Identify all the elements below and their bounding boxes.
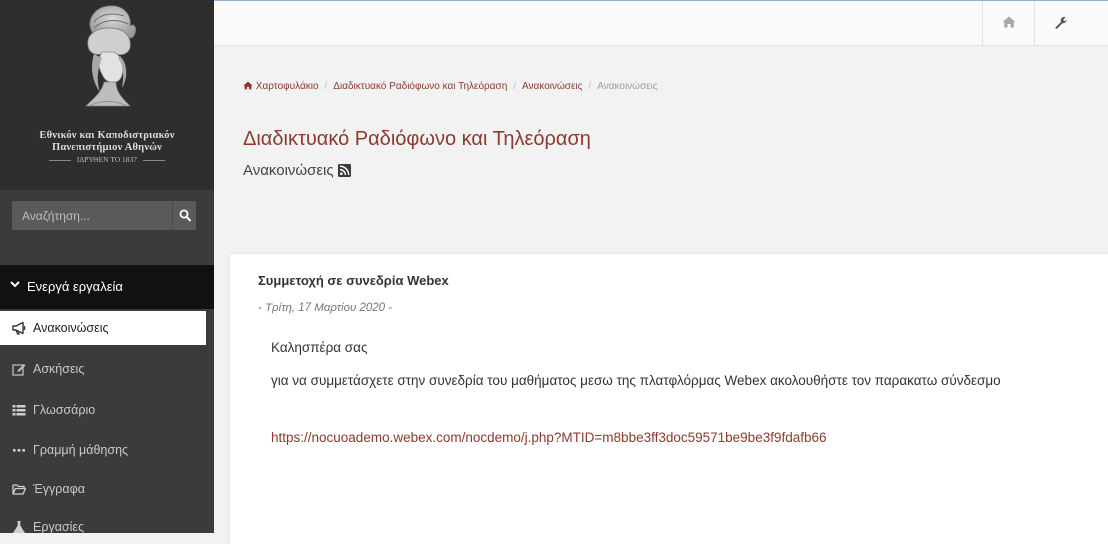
list-icon bbox=[12, 405, 26, 416]
sidebar-item-documents[interactable]: Έγγραφα bbox=[0, 472, 214, 506]
breadcrumb: Χαρτοφυλάκιο / Διαδικτυακό Ραδιόφωνο και Τ… bbox=[243, 81, 658, 92]
active-tools-header[interactable]: Ενεργά εργαλεία bbox=[0, 265, 214, 309]
search-button[interactable] bbox=[172, 201, 196, 230]
page-title: Διαδικτυακό Ραδιόφωνο και Τηλεόραση bbox=[243, 128, 591, 150]
sidebar-item-learning-path[interactable]: Γραμμή μάθησης bbox=[0, 433, 214, 467]
tools-button[interactable] bbox=[1034, 1, 1087, 45]
breadcrumb-portfolio[interactable]: Χαρτοφυλάκιο bbox=[256, 81, 319, 92]
search-input[interactable] bbox=[12, 201, 160, 230]
folder-open-icon bbox=[12, 484, 26, 495]
sidebar-item-label: Γλωσσάριο bbox=[33, 403, 96, 417]
breadcrumb-current: Ανακοινώσεις bbox=[597, 81, 658, 92]
bullhorn-icon bbox=[12, 321, 26, 335]
wrench-icon bbox=[1055, 16, 1067, 29]
sidebar-item-label: Εργασίες bbox=[33, 520, 85, 533]
search-icon bbox=[179, 209, 191, 222]
sidebar-item-label: Έγγραφα bbox=[33, 482, 85, 496]
home-icon bbox=[243, 81, 253, 90]
rss-icon[interactable] bbox=[337, 164, 351, 177]
sidebar-item-label: Γραμμή μάθησης bbox=[33, 443, 129, 457]
sidebar: Εθνικόν και Καποδιστριακόν Πανεπιστήμιον… bbox=[0, 0, 214, 533]
breadcrumb-announcements[interactable]: Ανακοινώσεις bbox=[522, 81, 582, 92]
active-tools-label: Ενεργά εργαλεία bbox=[27, 279, 123, 294]
sidebar-item-exercises[interactable]: Ασκήσεις bbox=[0, 352, 214, 386]
athena-emblem-icon bbox=[85, 5, 136, 107]
sidebar-item-glossary[interactable]: Γλωσσάριο bbox=[0, 393, 214, 427]
sidebar-item-label: Ασκήσεις bbox=[33, 362, 85, 376]
flask-icon bbox=[13, 521, 25, 533]
university-founded: ΙΔΡΥΘΕΝ ΤΟ 1837 bbox=[0, 155, 214, 164]
ellipsis-icon bbox=[13, 449, 25, 452]
search-box bbox=[12, 201, 196, 230]
home-icon bbox=[1002, 16, 1016, 28]
announcement-title[interactable]: Συμμετοχή σε συνεδρία Webex bbox=[258, 273, 449, 288]
top-bar bbox=[214, 0, 1108, 46]
announcement-body: για να συμμετάσχετε στην συνεδρία του μα… bbox=[271, 373, 1001, 388]
sidebar-item-announcements[interactable]: Ανακοινώσεις bbox=[0, 311, 214, 345]
university-logo[interactable]: Εθνικόν και Καποδιστριακόν Πανεπιστήμιον… bbox=[0, 0, 214, 190]
announcement-date: - Τρίτη, 17 Μαρτίου 2020 - bbox=[258, 302, 393, 314]
breadcrumb-course[interactable]: Διαδικτυακό Ραδιόφωνο και Τηλεόραση bbox=[333, 81, 507, 92]
sidebar-item-assignments[interactable]: Εργασίες bbox=[0, 510, 214, 533]
university-name-line1: Εθνικόν και Καποδιστριακόν bbox=[39, 130, 175, 141]
sidebar-item-label: Ανακοινώσεις bbox=[33, 321, 109, 335]
page-subtitle-text: Ανακοινώσεις bbox=[243, 162, 334, 179]
home-button[interactable] bbox=[982, 1, 1035, 45]
edit-icon bbox=[12, 364, 26, 376]
university-name-line2: Πανεπιστήμιον Αθηνών bbox=[51, 142, 162, 153]
chevron-down-icon bbox=[10, 281, 20, 288]
page-subtitle: Ανακοινώσεις bbox=[243, 162, 351, 179]
announcement-card bbox=[230, 254, 1108, 544]
webex-meeting-link[interactable]: https://nocuoademo.webex.com/nocdemo/j.p… bbox=[271, 430, 827, 445]
announcement-greeting: Καλησπέρα σας bbox=[271, 340, 368, 355]
